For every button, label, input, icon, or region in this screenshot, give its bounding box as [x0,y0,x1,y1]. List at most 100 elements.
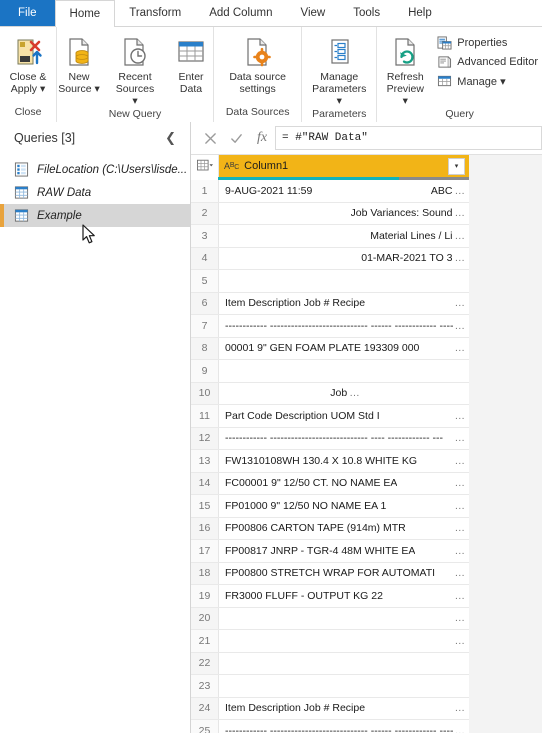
table-row[interactable]: 17 FP00817 JNRP - TGR-4 48M WHITE EA… [191,540,469,563]
table-row[interactable]: 11 Part Code Description UOM Std I… [191,405,469,428]
table-cell[interactable]: Job Variances: Sound… [219,203,469,225]
tab-tools[interactable]: Tools [339,0,394,26]
table-row[interactable]: 12 ------------ -------------------------… [191,427,469,450]
table-cell[interactable] [219,653,469,675]
column-filter-icon[interactable]: ▾ [448,157,465,175]
data-source-settings-button[interactable]: Data source settings [223,31,292,95]
table-cell[interactable]: FR3000 FLUFF - OUTPUT KG 22 … [219,585,469,607]
table-cell[interactable]: … [219,630,469,652]
table-cell[interactable]: FC00001 9" 12/50 CT. NO NAME EA… [219,473,469,495]
manage-icon [438,75,452,87]
close-and-apply-label: Close & Apply ▾ [9,71,47,95]
table-cell[interactable]: FP00800 STRETCH WRAP FOR AUTOMATI… [219,563,469,585]
select-all-icon[interactable] [191,155,219,177]
table-row[interactable]: 2 Job Variances: Sound… [191,202,469,225]
enter-data-button[interactable]: Enter Data [163,31,219,95]
table-row[interactable]: 22 [191,652,469,675]
ribbon-group-new-query: New Source ▾ Recent Sources ▾ Enter Data… [56,27,213,122]
cell-truncation-ellipsis: … [454,319,466,332]
formula-accept-icon[interactable] [223,126,249,150]
table-cell[interactable]: Item Description Job # Recipe… [219,293,469,315]
table-row[interactable]: 10 Job… [191,382,469,405]
row-number: 3 [191,225,219,247]
table-row[interactable]: 7 ------------ --------------------------… [191,315,469,338]
table-cell[interactable]: Part Code Description UOM Std I… [219,405,469,427]
list-query-icon [14,162,29,177]
table-row[interactable]: 6 Item Description Job # Recipe… [191,292,469,315]
manage-button[interactable]: Manage ▾ [433,72,542,90]
table-cell[interactable]: FP01000 9" 12/50 NO NAME EA 1… [219,495,469,517]
table-row[interactable]: 9 [191,360,469,383]
table-cell[interactable]: 9-AUG-2021 11:59 ABC… [219,180,469,202]
table-row[interactable]: 16 FP00806 CARTON TAPE (914m) MTR… [191,517,469,540]
row-number: 11 [191,405,219,427]
properties-button[interactable]: Properties [433,34,542,52]
row-number: 15 [191,495,219,517]
table-cell[interactable]: ------------ ---------------------------… [219,428,469,450]
table-cell[interactable]: FP00806 CARTON TAPE (914m) MTR… [219,518,469,540]
table-row[interactable]: 3 Material Lines / Li… [191,225,469,248]
ribbon-group-close-label: Close [14,106,42,118]
table-row[interactable]: 23 [191,675,469,698]
query-item-filelocation[interactable]: FileLocation (C:\Users\lisde... [0,158,190,181]
table-cell[interactable]: Job… [219,383,469,405]
cell-text: ------------ ---------------------------… [225,319,453,332]
table-row[interactable]: 4 01-MAR-2021 TO 3… [191,247,469,270]
tab-help[interactable]: Help [394,0,446,26]
table-cell[interactable]: … [219,608,469,630]
table-row[interactable]: 13 FW1310108WH 130.4 X 10.8 WHITE KG… [191,450,469,473]
formula-input[interactable]: = #"RAW Data" [275,126,542,150]
table-cell[interactable]: FW1310108WH 130.4 X 10.8 WHITE KG… [219,450,469,472]
cell-text: FR3000 FLUFF - OUTPUT KG 22 [225,589,383,602]
table-row[interactable]: 1 9-AUG-2021 11:59 ABC… [191,180,469,203]
table-row[interactable]: 25 ------------ -------------------------… [191,720,469,733]
table-row[interactable]: 15 FP01000 9" 12/50 NO NAME EA 1… [191,495,469,518]
table-cell[interactable] [219,675,469,697]
manage-parameters-label: Manage Parameters ▾ [312,71,367,107]
table-cell[interactable] [219,270,469,292]
advanced-editor-button[interactable]: Advanced Editor [433,53,542,71]
tab-view[interactable]: View [287,0,340,26]
editor-body: Queries [3] ❮ FileLocation (C:\Users\lis… [0,122,542,733]
table-cell[interactable]: ------------ ---------------------------… [219,720,469,733]
tab-home[interactable]: Home [54,0,116,27]
ribbon-group-parameters: Manage Parameters ▾ Parameters [301,27,376,122]
row-number: 6 [191,292,219,314]
table-cell[interactable]: Material Lines / Li… [219,225,469,247]
refresh-preview-button[interactable]: Refresh Preview ▾ [377,31,433,107]
cell-truncation-ellipsis: … [454,342,466,355]
cell-truncation-ellipsis: … [454,589,466,602]
tab-add-column[interactable]: Add Column [195,0,286,26]
table-row[interactable]: 14 FC00001 9" 12/50 CT. NO NAME EA… [191,472,469,495]
query-item-example[interactable]: Example [0,204,190,227]
table-row[interactable]: 18 FP00800 STRETCH WRAP FOR AUTOMATI… [191,562,469,585]
refresh-preview-icon [390,33,420,71]
table-cell[interactable]: Item Description Job # Recipe… [219,698,469,720]
table-row[interactable]: 21… [191,630,469,653]
collapse-pane-icon[interactable]: ❮ [161,130,180,146]
table-cell[interactable] [219,360,469,382]
table-row[interactable]: 8 00001 9" GEN FOAM PLATE 193309 000… [191,337,469,360]
formula-cancel-icon[interactable] [197,126,223,150]
table-cell[interactable]: 01-MAR-2021 TO 3… [219,248,469,270]
table-cell[interactable]: ------------ ---------------------------… [219,315,469,337]
close-and-apply-button[interactable]: Close & Apply ▾ [0,31,56,95]
recent-sources-button[interactable]: Recent Sources ▾ [107,31,163,107]
new-source-button[interactable]: New Source ▾ [51,31,107,95]
table-row[interactable]: 5 [191,270,469,293]
column-header-column1[interactable]: ABC Column1 ▾ [219,155,469,177]
new-source-icon [64,33,94,71]
table-row[interactable]: 19 FR3000 FLUFF - OUTPUT KG 22… [191,585,469,608]
cell-truncation-ellipsis: … [454,522,466,535]
query-item-raw-data[interactable]: RAW Data [0,181,190,204]
tab-file[interactable]: File [0,0,55,26]
power-query-editor-window: File Home Transform Add Column View Tool… [0,0,542,733]
tab-transform[interactable]: Transform [115,0,195,26]
table-row[interactable]: 20… [191,607,469,630]
table-row[interactable]: 24 Item Description Job # Recipe… [191,697,469,720]
table-cell[interactable]: FP00817 JNRP - TGR-4 48M WHITE EA… [219,540,469,562]
manage-parameters-button[interactable]: Manage Parameters ▾ [302,31,376,107]
grid-header-row: ABC Column1 ▾ [191,155,469,177]
table-cell[interactable]: 00001 9" GEN FOAM PLATE 193309 000… [219,338,469,360]
ribbon-group-close: Close & Apply ▾ Close [0,27,56,122]
